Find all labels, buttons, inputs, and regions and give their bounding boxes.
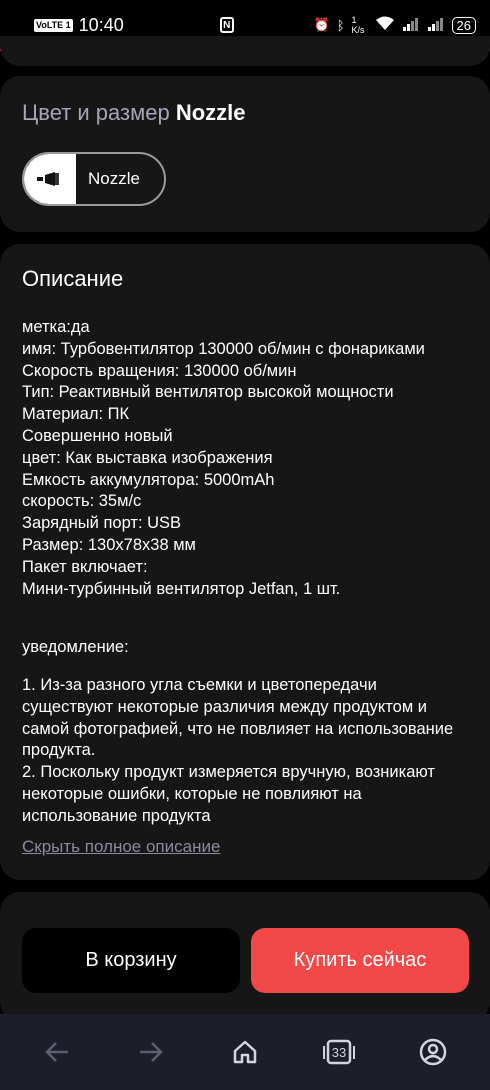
- variant-title: Цвет и размер Nozzle: [22, 100, 246, 126]
- variant-option-nozzle[interactable]: Nozzle: [22, 152, 166, 206]
- description-line: Пакет включает:: [22, 557, 148, 576]
- notice-body: 1. Из-за разного угла съемки и цветопере…: [22, 675, 472, 828]
- back-arrow-icon[interactable]: [35, 1030, 79, 1074]
- description-title: Описание: [22, 266, 124, 291]
- description-line: Зарядный порт: USB: [22, 514, 182, 533]
- tabs-count: 33: [331, 1044, 347, 1060]
- status-time: 10:40: [78, 14, 124, 35]
- forward-arrow-icon[interactable]: [129, 1030, 173, 1074]
- variant-option-label: Nozzle: [88, 169, 140, 188]
- account-icon[interactable]: [411, 1030, 455, 1074]
- add-to-cart-button[interactable]: В корзину: [22, 928, 240, 993]
- description-line: имя: Турбовентилятор 130000 об/мин с фон…: [22, 339, 425, 358]
- description-line: цвет: Как выставка изображения: [22, 448, 273, 467]
- description-line: скорость: 35м/с: [22, 492, 142, 511]
- nfc-icon: N: [219, 17, 234, 33]
- alarm-icon: ⏰: [313, 17, 330, 32]
- collapse-description-link[interactable]: Скрыть полное описание: [22, 837, 220, 857]
- wifi-icon: [375, 16, 395, 34]
- variant-title-value: Nozzle: [175, 100, 246, 125]
- battery-icon: 26: [451, 16, 476, 34]
- notice-label: уведомление:: [22, 638, 129, 656]
- description-line: Мини-турбинный вентилятор Jetfan, 1 шт.: [22, 579, 341, 598]
- network-speed: 1 K/s: [351, 15, 365, 35]
- previous-card: [0, 36, 490, 66]
- variant-title-prefix: Цвет и размер: [22, 100, 170, 125]
- tabs-icon[interactable]: 33: [317, 1030, 361, 1074]
- browser-nav-bar: 33: [0, 1014, 490, 1090]
- notice-line: 2. Поскольку продукт измеряется вручную,…: [22, 763, 435, 825]
- bluetooth-icon: ᛒ: [336, 17, 345, 33]
- notice-line: 1. Из-за разного угла съемки и цветопере…: [22, 676, 454, 760]
- status-icons: ⏰ ᛒ 1 K/s 26: [314, 15, 476, 35]
- description-line: Совершенно новый: [22, 426, 173, 445]
- description-line: Тип: Реактивный вентилятор высокой мощно…: [22, 383, 394, 402]
- nozzle-thumbnail-icon: [24, 154, 76, 204]
- description-line: метка:да: [22, 318, 90, 336]
- description-line: Материал: ПК: [22, 405, 130, 424]
- description-line: Емкость аккумулятора: 5000mAh: [22, 470, 275, 489]
- description-line: Размер: 130x78x38 мм: [22, 535, 196, 554]
- description-body: метка:да имя: Турбовентилятор 130000 об/…: [22, 317, 472, 600]
- signal-icon-1: [402, 17, 420, 34]
- description-line: Скорость вращения: 130000 об/мин: [22, 361, 297, 380]
- volte-badge: VoLTE 1: [34, 18, 73, 32]
- home-icon[interactable]: [223, 1030, 267, 1074]
- signal-icon-2: [427, 17, 445, 34]
- buy-now-button[interactable]: Купить сейчас: [251, 928, 469, 993]
